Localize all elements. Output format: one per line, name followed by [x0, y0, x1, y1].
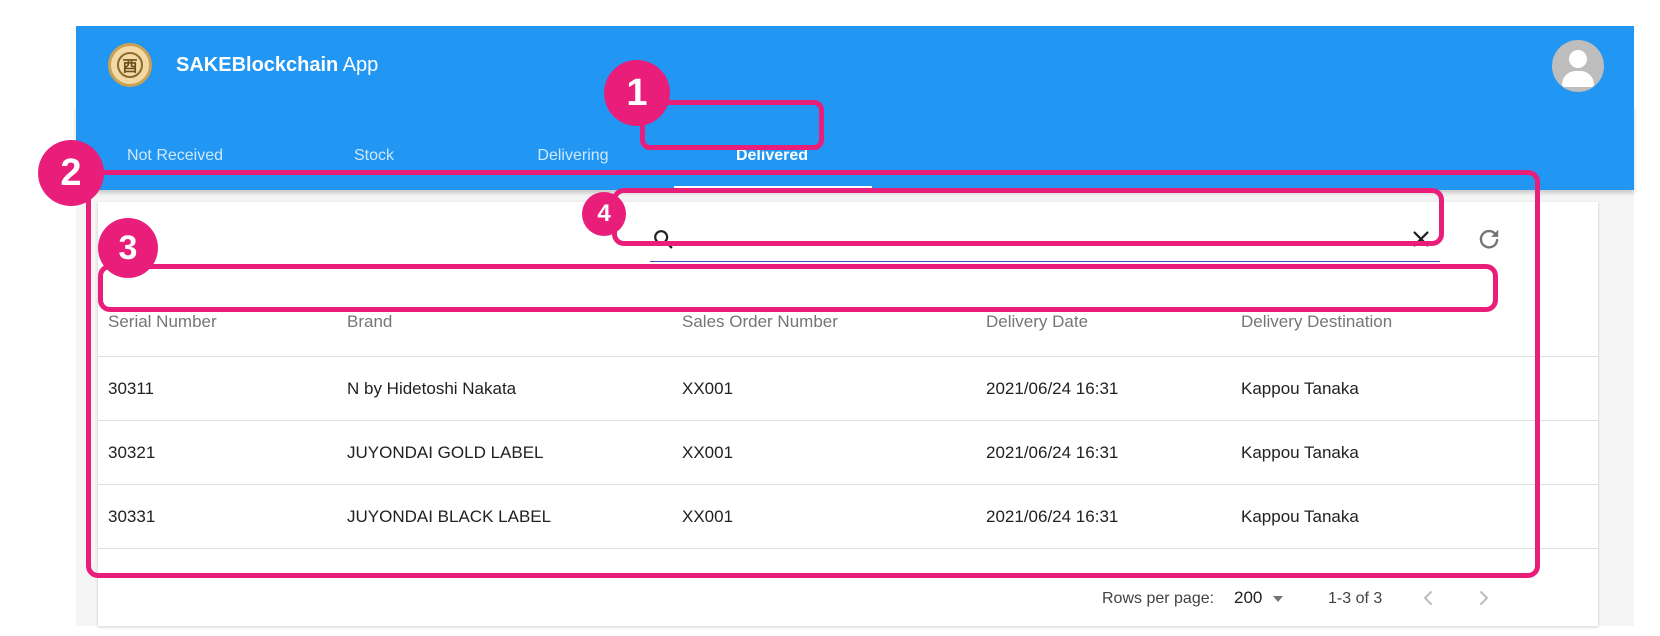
annotation-box-3	[98, 264, 1498, 312]
avatar-head	[1569, 50, 1587, 68]
annotation-badge-3: 3	[98, 218, 158, 278]
chevron-left-icon[interactable]	[1416, 584, 1440, 612]
caret-down-icon[interactable]	[1273, 596, 1283, 602]
sake-logo-icon: 酉	[108, 43, 152, 87]
avatar-body	[1562, 71, 1594, 87]
app-title-rest: App	[338, 54, 379, 76]
chevron-right-icon[interactable]	[1472, 584, 1496, 612]
annotation-box-4	[612, 188, 1444, 246]
app-title: SAKEBlockchain App	[176, 54, 378, 77]
table-footer: Rows per page: 200 1-3 of 3	[98, 570, 1598, 626]
screenshot-stage: 酉 SAKEBlockchain App Not Received Stock …	[0, 0, 1660, 636]
annotation-badge-2: 2	[38, 140, 104, 206]
app-bar: 酉 SAKEBlockchain App	[76, 26, 1634, 106]
annotation-badge-4: 4	[582, 192, 626, 236]
annotation-box-1	[640, 100, 824, 150]
app-title-bold: SAKEBlockchain	[176, 54, 339, 76]
rows-per-page-label: Rows per page:	[1102, 590, 1215, 607]
annotation-badge-1: 1	[604, 60, 670, 126]
logo-glyph: 酉	[117, 52, 143, 78]
rows-per-page-select[interactable]: 200	[1234, 588, 1262, 608]
account-circle-icon[interactable]	[1552, 40, 1604, 92]
pagination-range: 1-3 of 3	[1328, 590, 1383, 607]
